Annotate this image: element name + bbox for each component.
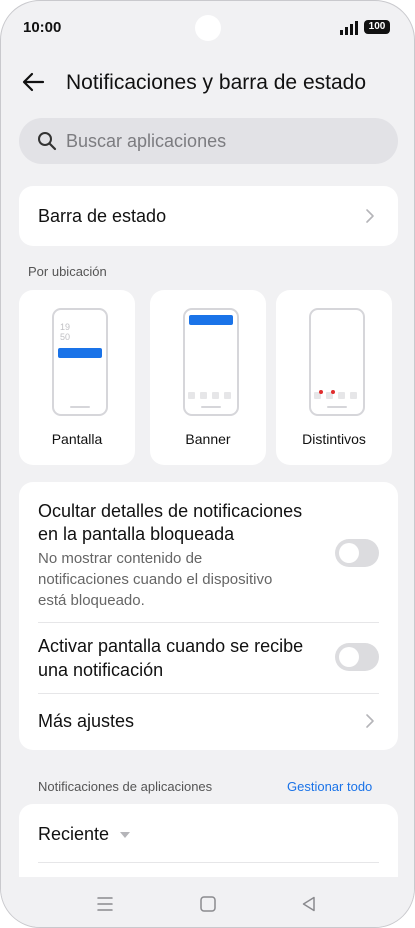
location-option-screen[interactable]: 19 50 Pantalla (19, 290, 135, 465)
search-input[interactable]: Buscar aplicaciones (19, 118, 398, 164)
app-notifications-section-label: Notificaciones de aplicaciones (38, 779, 213, 794)
home-indicator-preview (70, 406, 90, 408)
banner-preview-phone (183, 308, 239, 416)
search-icon (38, 132, 57, 151)
status-bar: 10:00 100 (1, 1, 414, 57)
chevron-right-icon (366, 209, 374, 223)
dock-icon-preview (212, 392, 219, 399)
dock-icon-preview (338, 392, 345, 399)
notification-preview-bar (58, 348, 102, 358)
more-settings-row[interactable]: Más ajustes (19, 694, 398, 750)
badges-preview-phone (309, 308, 365, 416)
wake-screen-toggle[interactable] (335, 643, 379, 671)
hide-details-toggle[interactable] (335, 539, 379, 567)
status-bar-settings-row[interactable]: Barra de estado (19, 186, 398, 246)
divider (38, 862, 379, 863)
home-icon[interactable] (200, 896, 216, 912)
signal-icon (340, 21, 358, 35)
hide-details-title-line2: en la pantalla bloqueada (38, 524, 235, 544)
menu-icon[interactable] (97, 897, 113, 911)
by-location-section-label: Por ubicación (28, 264, 107, 279)
phone-screen: 10:00 100 Notificaciones y barra de esta… (0, 0, 415, 928)
back-triangle-icon[interactable] (301, 896, 317, 912)
hide-details-desc-line1: No mostrar contenido de (38, 550, 203, 567)
wake-screen-row[interactable]: Activar pantalla cuando se recibe una no… (19, 623, 398, 693)
battery-level: 100 (368, 21, 386, 32)
chevron-right-icon (366, 714, 374, 728)
manage-all-link[interactable]: Gestionar todo (287, 779, 372, 794)
hide-details-desc-line2: notificaciones cuando el dispositivo (38, 571, 273, 588)
badge-dot-preview (331, 390, 335, 394)
location-option-label: Pantalla (51, 431, 103, 447)
screen-preview-phone: 19 50 (52, 308, 108, 416)
hide-details-desc-line3: está bloqueado. (38, 592, 145, 609)
hide-details-row[interactable]: Ocultar detalles de notificaciones en la… (19, 482, 398, 622)
hide-details-title-line1: Ocultar detalles de notificaciones (38, 501, 303, 521)
badge-dot-preview (319, 390, 323, 394)
page-title: Notificaciones y barra de estado (66, 71, 366, 94)
preview-clock-minute: 50 (60, 332, 71, 342)
location-option-label: Distintivos (302, 431, 366, 447)
dock-icon-preview (224, 392, 231, 399)
preview-clock-hour: 19 (60, 322, 71, 332)
battery-icon: 100 (364, 20, 390, 34)
page-header: Notificaciones y barra de estado (1, 63, 414, 103)
sort-dropdown[interactable]: Reciente (38, 824, 130, 848)
system-navigation-bar (1, 877, 414, 927)
notification-settings-card: Ocultar detalles de notificaciones en la… (19, 482, 398, 750)
banner-preview-bar (189, 315, 233, 325)
location-option-badges[interactable]: Distintivos (276, 290, 392, 465)
location-option-label: Banner (185, 431, 231, 447)
camera-cutout (195, 15, 221, 41)
dock-icon-preview (350, 392, 357, 399)
search-placeholder: Buscar aplicaciones (66, 131, 227, 151)
caret-down-icon (120, 832, 130, 838)
more-settings-label: Más ajustes (38, 711, 135, 731)
status-time: 10:00 (23, 19, 62, 36)
status-bar-row-label: Barra de estado (38, 206, 167, 226)
dock-icon-preview (200, 392, 207, 399)
home-indicator-preview (327, 406, 347, 408)
back-arrow-icon[interactable] (21, 69, 47, 95)
home-indicator-preview (201, 406, 221, 408)
dock-icon-preview (188, 392, 195, 399)
location-option-banner[interactable]: Banner (150, 290, 266, 465)
wake-screen-title-line1: Activar pantalla cuando se recibe (38, 636, 304, 656)
wake-screen-title-line2: una notificación (38, 660, 164, 680)
sort-label: Reciente (38, 824, 110, 844)
